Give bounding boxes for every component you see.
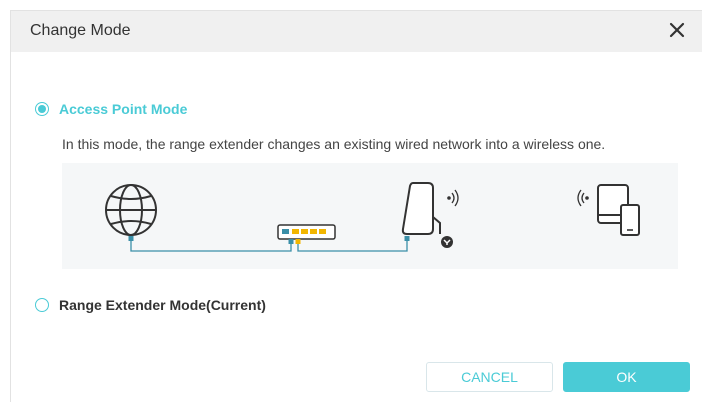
extender-icon (401, 182, 453, 248)
wifi-signal-icon (447, 189, 459, 207)
network-diagram (62, 163, 678, 269)
cancel-button[interactable]: CANCEL (426, 362, 553, 392)
close-icon[interactable] (664, 15, 690, 45)
mode-description: In this mode, the range extender changes… (62, 136, 606, 152)
change-mode-dialog: Change Mode Access Point Mode In this mo… (10, 10, 702, 402)
ok-button[interactable]: OK (563, 362, 690, 392)
option-range-extender-mode[interactable]: Range Extender Mode(Current) (35, 297, 266, 313)
switch-icon (277, 224, 336, 244)
radio-access-point-mode[interactable] (35, 102, 49, 116)
option-access-point-mode[interactable]: Access Point Mode (35, 101, 187, 117)
devices-icon (597, 184, 640, 236)
dialog-header: Change Mode (11, 11, 702, 52)
option-label-access-point: Access Point Mode (59, 101, 188, 117)
connection-lines (130, 239, 408, 252)
wifi-receive-icon (577, 189, 589, 207)
option-label-range-extender: Range Extender Mode(Current) (59, 297, 266, 313)
globe-icon (105, 184, 157, 241)
radio-range-extender-mode[interactable] (35, 298, 49, 312)
dialog-title: Change Mode (30, 22, 131, 39)
